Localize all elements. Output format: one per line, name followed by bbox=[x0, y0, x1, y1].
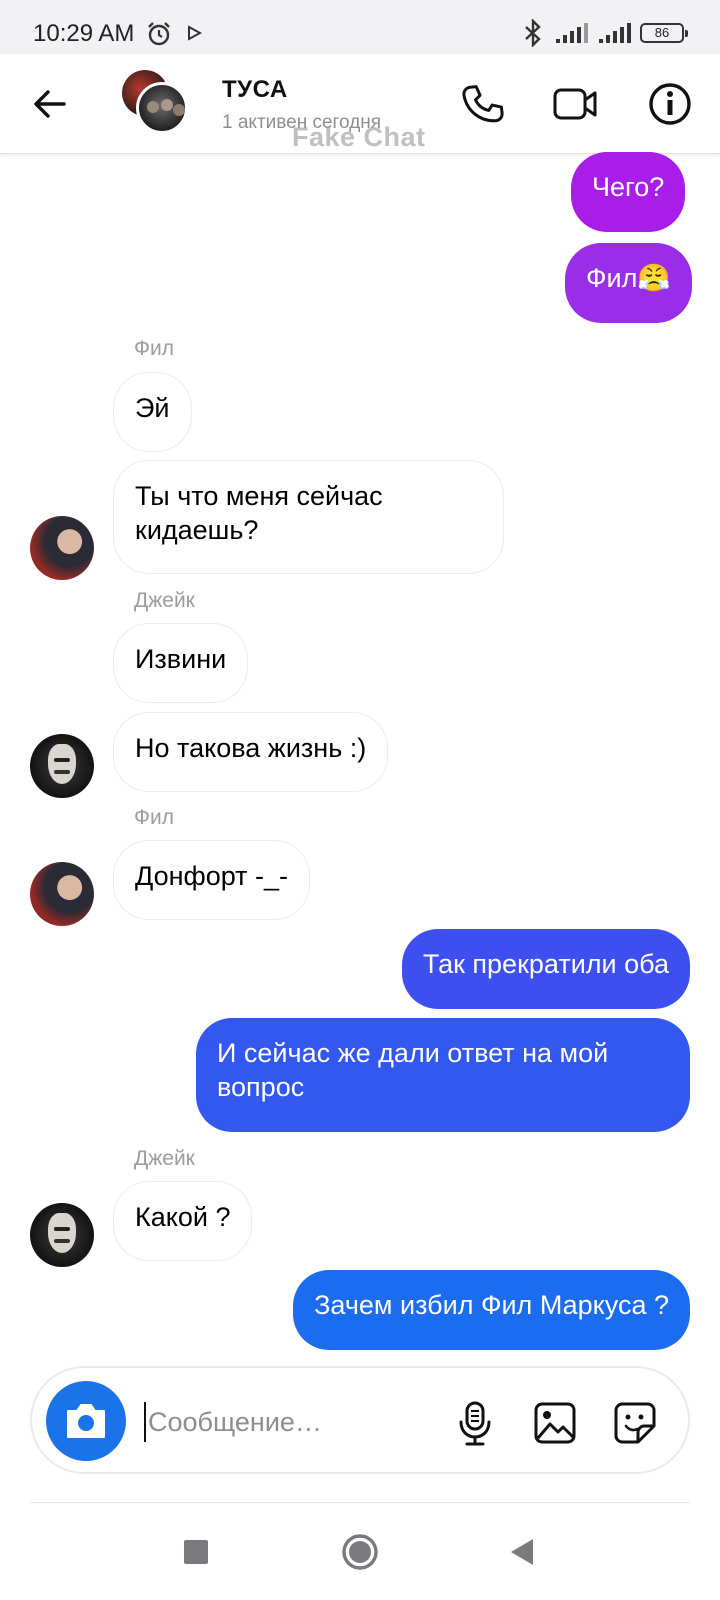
camera-icon bbox=[67, 1404, 105, 1438]
sender-name: Фил bbox=[134, 337, 174, 360]
system-back-button[interactable] bbox=[500, 1530, 544, 1574]
back-arrow-icon[interactable] bbox=[30, 84, 70, 124]
incoming-message[interactable]: Извини bbox=[113, 623, 249, 703]
text-caret bbox=[144, 1402, 146, 1442]
message-composer bbox=[30, 1366, 690, 1474]
alarm-icon bbox=[148, 22, 170, 46]
status-time: 10:29 AM bbox=[33, 20, 135, 47]
incoming-message[interactable]: Ты что меня сейчас кидаешь? bbox=[113, 460, 504, 574]
video-call-icon[interactable] bbox=[552, 81, 598, 127]
sticker-icon[interactable] bbox=[612, 1400, 658, 1446]
nav-divider bbox=[30, 1502, 690, 1503]
home-button[interactable] bbox=[338, 1530, 382, 1574]
back-triangle-icon bbox=[511, 1539, 533, 1565]
avatar-front bbox=[136, 82, 188, 134]
camera-button[interactable] bbox=[46, 1381, 126, 1461]
outgoing-message[interactable]: Так прекратили оба bbox=[401, 929, 690, 1009]
avatar-phil[interactable] bbox=[30, 862, 94, 926]
home-circle-icon bbox=[342, 1534, 378, 1570]
microphone-icon[interactable] bbox=[452, 1400, 498, 1446]
status-bar: 10:29 AM 86 bbox=[0, 0, 720, 54]
incoming-message[interactable]: Какой ? bbox=[113, 1181, 253, 1261]
image-icon[interactable] bbox=[532, 1400, 578, 1446]
sender-name: Джейк bbox=[134, 589, 195, 612]
incoming-message[interactable]: Но такова жизнь :) bbox=[113, 712, 389, 792]
outgoing-message[interactable]: Чего? bbox=[571, 152, 686, 232]
chat-header: ТУСА 1 активен сегодня Fake Chat bbox=[0, 54, 720, 154]
square-icon bbox=[184, 1540, 208, 1564]
status-icons: 86 bbox=[521, 18, 688, 48]
message-input[interactable] bbox=[148, 1394, 428, 1450]
outgoing-message[interactable]: Зачем избил Фил Маркуса ? bbox=[293, 1270, 690, 1350]
avatar-phil[interactable] bbox=[30, 516, 94, 580]
avatar-jake[interactable] bbox=[30, 1203, 94, 1267]
battery-icon: 86 bbox=[640, 23, 688, 43]
incoming-message[interactable]: Эй bbox=[113, 372, 192, 452]
signal-icon bbox=[556, 23, 588, 43]
outgoing-message[interactable]: Фил😤 bbox=[565, 243, 692, 323]
play-store-icon bbox=[188, 25, 202, 41]
avatar-jake[interactable] bbox=[30, 734, 94, 798]
chat-title[interactable]: ТУСА bbox=[222, 76, 288, 104]
outgoing-message[interactable]: И сейчас же дали ответ на мой вопрос bbox=[196, 1018, 690, 1132]
incoming-message[interactable]: Донфорт -_- bbox=[113, 840, 311, 920]
bluetooth-icon bbox=[525, 19, 541, 47]
group-avatar[interactable] bbox=[122, 70, 192, 140]
sender-name: Джейк bbox=[134, 1147, 195, 1170]
sender-name: Фил bbox=[134, 806, 174, 829]
info-icon[interactable] bbox=[647, 81, 693, 127]
signal-icon-2 bbox=[599, 23, 631, 43]
recent-apps-button[interactable] bbox=[174, 1530, 218, 1574]
watermark: Fake Chat bbox=[292, 122, 426, 152]
phone-icon[interactable] bbox=[460, 81, 506, 127]
